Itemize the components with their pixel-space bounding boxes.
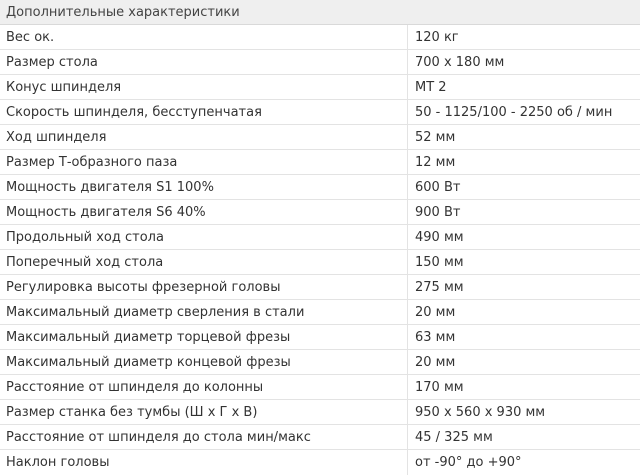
spec-value-cell: 20 мм — [415, 304, 456, 320]
spec-name-cell: Размер станка без тумбы (Ш x Г x В) — [0, 400, 408, 424]
table-body: Вес ок. 120 кг Размер стола 700 x 180 мм Кон… — [0, 25, 640, 475]
table-row: Конус шпинделя MT 2 — [0, 75, 640, 100]
spec-name-cell: Размер Т-образного паза — [0, 150, 408, 174]
spec-name-cell: Ход шпинделя — [0, 125, 408, 149]
spec-name-cell: Скорость шпинделя, бесступенчатая — [0, 100, 408, 124]
spec-value-cell: 12 мм — [415, 154, 456, 170]
spec-value-cell: 900 Вт — [415, 204, 461, 220]
spec-value-cell: 700 x 180 мм — [415, 54, 505, 70]
spec-name-cell: Наклон головы — [0, 450, 408, 475]
spec-value-cell: 950 x 560 x 930 мм — [415, 404, 546, 420]
table-row: Мощность двигателя S6 40% 900 Вт — [0, 200, 640, 225]
specifications-table: Дополнительные характеристики Вес ок. 120… — [0, 0, 640, 475]
table-row: Регулировка высоты фрезерной головы 275 м… — [0, 275, 640, 300]
spec-value-cell: 490 мм — [415, 229, 464, 245]
table-row: Скорость шпинделя, бесступенчатая 50 - 11… — [0, 100, 640, 125]
spec-name-cell: Регулировка высоты фрезерной головы — [0, 275, 408, 299]
table-row: Размер Т-образного паза 12 мм — [0, 150, 640, 175]
spec-name-cell: Размер стола — [0, 50, 408, 74]
spec-value-cell: 63 мм — [415, 329, 456, 345]
spec-name-cell: Вес ок. — [0, 25, 408, 49]
spec-value-cell: 275 мм — [415, 279, 464, 295]
spec-value-cell: 150 мм — [415, 254, 464, 270]
spec-name-cell: Расстояние от шпинделя до колонны — [0, 375, 408, 399]
table-row: Продольный ход стола 490 мм — [0, 225, 640, 250]
table-row: Расстояние от шпинделя до колонны 170 мм — [0, 375, 640, 400]
spec-name-cell: Продольный ход стола — [0, 225, 408, 249]
spec-name-cell: Расстояние от шпинделя до стола мин/макс — [0, 425, 408, 449]
spec-name-cell: Максимальный диаметр сверления в стали — [0, 300, 408, 324]
spec-name-cell: Поперечный ход стола — [0, 250, 408, 274]
spec-value-cell: MT 2 — [415, 79, 447, 95]
spec-value-cell: от -90° до +90° — [415, 455, 522, 470]
table-row: Ход шпинделя 52 мм — [0, 125, 640, 150]
spec-value-cell: 50 - 1125/100 - 2250 об / мин — [415, 104, 613, 120]
table-row: Максимальный диаметр сверления в стали 20… — [0, 300, 640, 325]
table-row: Размер стола 700 x 180 мм — [0, 50, 640, 75]
spec-name-cell: Максимальный диаметр торцевой фрезы — [0, 325, 408, 349]
spec-value-cell: 170 мм — [415, 379, 464, 395]
spec-name-cell: Мощность двигателя S1 100% — [0, 175, 408, 199]
spec-value-cell: 120 кг — [415, 29, 459, 45]
table-row: Наклон головы от -90° до +90° — [0, 450, 640, 475]
spec-value-cell: 600 Вт — [415, 179, 461, 195]
table-title: Дополнительные характеристики — [0, 0, 640, 25]
table-row: Максимальный диаметр торцевой фрезы 63 мм — [0, 325, 640, 350]
table-row: Мощность двигателя S1 100% 600 Вт — [0, 175, 640, 200]
spec-value-cell: 52 мм — [415, 129, 456, 145]
spec-value-cell: 45 / 325 мм — [415, 429, 493, 445]
table-row: Поперечный ход стола 150 мм — [0, 250, 640, 275]
table-row: Расстояние от шпинделя до стола мин/макс… — [0, 425, 640, 450]
spec-value-cell: 20 мм — [415, 354, 456, 370]
table-row: Размер станка без тумбы (Ш x Г x В) 950 x… — [0, 400, 640, 425]
table-row: Вес ок. 120 кг — [0, 25, 640, 50]
spec-name-cell: Максимальный диаметр концевой фрезы — [0, 350, 408, 374]
spec-name-cell: Конус шпинделя — [0, 75, 408, 99]
spec-name-cell: Мощность двигателя S6 40% — [0, 200, 408, 224]
table-row: Максимальный диаметр концевой фрезы 20 мм — [0, 350, 640, 375]
